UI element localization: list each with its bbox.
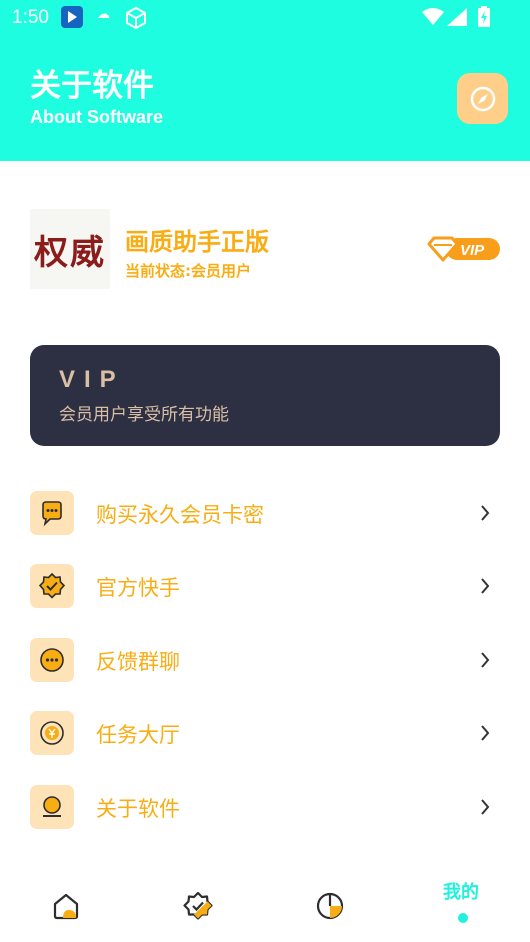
- menu-item-label: 官方快手: [96, 576, 180, 600]
- vip-card-description: 会员用户享受所有功能: [59, 405, 229, 425]
- menu-item-task-hall[interactable]: 任务大厅: [0, 704, 530, 764]
- signal-icon: [447, 8, 467, 30]
- menu-item-label: 任务大厅: [96, 723, 180, 747]
- tab-home[interactable]: [26, 870, 106, 942]
- app-notification-icon: [61, 6, 83, 28]
- chevron-right-icon: [481, 799, 490, 815]
- page-subtitle: About Software: [30, 107, 163, 127]
- vip-card[interactable]: VIP 会员用户享受所有功能: [30, 345, 500, 446]
- menu-item-buy-membership[interactable]: 购买永久会员卡密: [0, 484, 530, 544]
- membership-status: 当前状态:会员用户: [125, 260, 251, 281]
- menu-item-feedback-group[interactable]: 反馈群聊: [0, 631, 530, 691]
- box-icon: [124, 6, 148, 34]
- cloud-icon: ☁: [97, 7, 110, 22]
- logo-text: 权威: [34, 232, 106, 273]
- user-icon: [30, 785, 74, 829]
- chevron-right-icon: [481, 505, 490, 521]
- app-logo: 权威: [30, 209, 110, 289]
- page-title: 关于软件: [30, 68, 154, 104]
- verified-badge-icon: [183, 891, 213, 920]
- menu-item-official-kuaishou[interactable]: 官方快手: [0, 557, 530, 617]
- status-time: 1:50: [12, 7, 49, 28]
- tab-mine[interactable]: 我的: [443, 878, 479, 904]
- coin-icon: [30, 711, 74, 755]
- header: 1:50 ☁ 关于软件 About Software: [0, 0, 530, 161]
- vip-badge: VIP: [426, 234, 502, 268]
- message-dots-icon: [30, 638, 74, 682]
- chevron-right-icon: [481, 578, 490, 594]
- menu-item-label: 购买永久会员卡密: [96, 503, 264, 527]
- pie-chart-icon: [316, 892, 344, 920]
- status-value: 会员用户: [191, 262, 252, 280]
- compass-button[interactable]: [457, 73, 508, 124]
- vip-badge-text: VIP: [460, 242, 485, 259]
- compass-icon: [470, 86, 495, 111]
- chevron-right-icon: [481, 652, 490, 668]
- tab-verified[interactable]: [158, 870, 238, 942]
- chat-bubble-icon: [30, 491, 74, 535]
- app-name: 画质助手正版: [125, 228, 269, 256]
- active-tab-indicator: [458, 913, 468, 923]
- menu-item-label: 反馈群聊: [96, 650, 180, 674]
- status-bar: 1:50 ☁: [0, 0, 530, 36]
- menu-item-label: 关于软件: [96, 797, 180, 821]
- vip-card-title: VIP: [59, 366, 125, 393]
- wifi-icon: [422, 8, 444, 30]
- chevron-right-icon: [481, 725, 490, 741]
- tab-stats[interactable]: [290, 870, 370, 942]
- verified-badge-icon: [30, 564, 74, 608]
- menu-item-about-software[interactable]: 关于软件: [0, 778, 530, 838]
- battery-icon: [477, 6, 491, 32]
- home-icon: [53, 893, 79, 920]
- status-label: 当前状态:: [125, 262, 191, 280]
